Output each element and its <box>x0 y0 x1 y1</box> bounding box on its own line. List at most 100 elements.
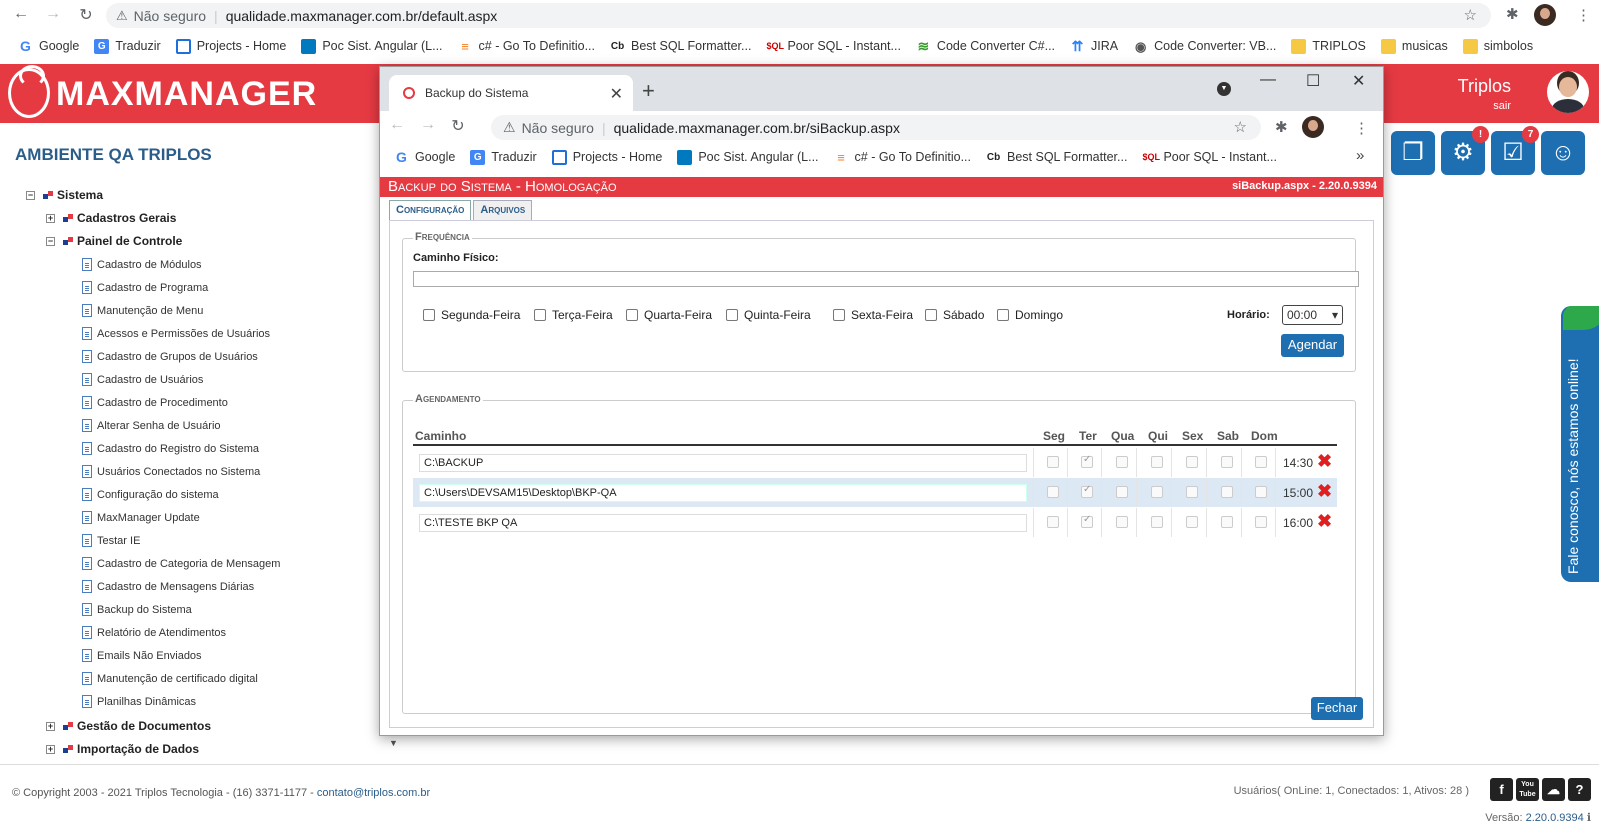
bookmark-star-icon[interactable]: ☆ <box>1234 118 1247 136</box>
delete-icon[interactable]: ✖ <box>1317 451 1332 472</box>
more-bookmarks-icon[interactable]: » <box>1356 147 1364 164</box>
delete-icon[interactable]: ✖ <box>1317 481 1332 502</box>
tree-item[interactable]: Cadastro de Categoria de Mensagem <box>82 557 280 570</box>
day-checkbox-2[interactable]: Terça-Feira <box>534 308 613 322</box>
back-icon[interactable]: ← <box>6 5 36 23</box>
forward-icon[interactable]: → <box>413 116 443 134</box>
row-day-checkbox[interactable] <box>1081 454 1093 468</box>
row-day-checkbox[interactable] <box>1186 516 1198 528</box>
tree-group-cadastros-gerais[interactable]: + Cadastros Gerais <box>46 211 176 225</box>
bookmark-4[interactable]: Poc Sist. Angular (L... <box>677 149 819 165</box>
row-day-checkbox[interactable] <box>1186 486 1198 498</box>
schedule-button[interactable]: Agendar <box>1281 334 1344 357</box>
bookmark-9[interactable]: ⇈ JIRA <box>1070 38 1118 54</box>
checkbox-box[interactable] <box>726 309 738 321</box>
delete-icon[interactable]: ✖ <box>1317 511 1332 532</box>
row-day-checkbox[interactable] <box>1255 486 1267 498</box>
row-day-checkbox[interactable] <box>1116 486 1128 498</box>
table-row[interactable]: C:\Users\DEVSAM15\Desktop\BKP-QA 15:00✖ <box>413 478 1337 507</box>
row-day-checkbox[interactable] <box>1116 456 1128 468</box>
popup-address-bar[interactable]: ⚠ Não seguro | qualidade.maxmanager.com.… <box>491 115 1261 140</box>
tab-configuracao[interactable]: Configuração <box>389 200 472 221</box>
row-day-checkbox[interactable] <box>1151 516 1163 528</box>
bookmark-3[interactable]: Projects - Home <box>175 38 286 54</box>
back-icon[interactable]: ← <box>382 116 412 134</box>
tasks-icon[interactable]: ☑ 7 <box>1491 126 1539 175</box>
row-day-checkbox[interactable] <box>1186 456 1198 468</box>
checkbox-box[interactable] <box>833 309 845 321</box>
tree-item[interactable]: Configuração do sistema <box>82 488 219 501</box>
browser-menu-icon[interactable]: ⋮ <box>1576 6 1591 24</box>
tab-arquivos[interactable]: Arquivos <box>473 200 533 220</box>
bookmark-12[interactable]: musicas <box>1380 38 1448 54</box>
bookmark-6[interactable]: Cb Best SQL Formatter... <box>986 150 1128 165</box>
contact-email-link[interactable]: contato@triplos.com.br <box>317 787 430 799</box>
path-input[interactable] <box>413 271 1359 287</box>
time-select[interactable]: 00:00 <box>1282 305 1343 325</box>
minimize-icon[interactable]: — <box>1260 71 1276 89</box>
row-day-checkbox[interactable] <box>1151 486 1163 498</box>
forward-icon[interactable]: → <box>38 5 68 23</box>
row-day-checkbox[interactable] <box>1047 456 1059 468</box>
row-day-checkbox[interactable] <box>1221 516 1233 528</box>
close-tab-icon[interactable]: ✕ <box>610 84 623 104</box>
day-checkbox-7[interactable]: Domingo <box>997 308 1063 322</box>
table-row[interactable]: C:\TESTE BKP QA 16:00✖ <box>413 508 1337 537</box>
tree-item[interactable]: Usuários Conectados no Sistema <box>82 465 260 478</box>
expand-icon[interactable]: + <box>46 213 55 223</box>
cloud-icon[interactable]: ☁ <box>1542 778 1565 801</box>
chat-online-tab[interactable]: Fale conosco, nós estamos online! <box>1561 306 1599 582</box>
bookmark-5[interactable]: ≡ c# - Go To Definitio... <box>458 39 595 54</box>
row-day-checkbox[interactable] <box>1221 456 1233 468</box>
bookmark-2[interactable]: G Traduzir <box>470 149 537 165</box>
documents-icon[interactable]: ❐ <box>1391 131 1435 175</box>
row-day-checkbox[interactable] <box>1047 486 1059 498</box>
tree-item[interactable]: Alterar Senha de Usuário <box>82 419 221 432</box>
collapse-icon[interactable]: − <box>46 236 55 246</box>
bookmark-7[interactable]: $QL Poor SQL - Instant... <box>1142 150 1276 165</box>
maximize-icon[interactable]: ☐ <box>1306 71 1320 91</box>
checkbox-box[interactable] <box>626 309 638 321</box>
bookmark-2[interactable]: G Traduzir <box>94 38 161 54</box>
bookmark-4[interactable]: Poc Sist. Angular (L... <box>301 38 443 54</box>
close-button[interactable]: Fechar <box>1311 697 1363 720</box>
checkbox-box[interactable] <box>423 309 435 321</box>
tree-item[interactable]: Planilhas Dinâmicas <box>82 695 196 708</box>
support-agent-icon[interactable]: ☺ <box>1541 131 1585 175</box>
bookmark-7[interactable]: $QL Poor SQL - Instant... <box>766 39 900 54</box>
help-icon[interactable]: ? <box>1568 778 1591 801</box>
user-avatar[interactable] <box>1547 71 1589 113</box>
popup-browser-tab[interactable]: Backup do Sistema ✕ <box>389 75 633 111</box>
tree-item[interactable]: Relatório de Atendimentos <box>82 626 226 639</box>
tree-item[interactable]: Cadastro de Programa <box>82 281 208 294</box>
day-checkbox-5[interactable]: Sexta-Feira <box>833 308 913 322</box>
settings-icon[interactable]: ⚙! <box>1441 126 1489 175</box>
tree-item[interactable]: Manutenção de Menu <box>82 304 203 317</box>
tree-item[interactable]: Cadastro de Grupos de Usuários <box>82 350 258 363</box>
expand-icon[interactable]: + <box>46 744 55 754</box>
browser-menu-icon[interactable]: ⋮ <box>1354 119 1369 137</box>
tree-item[interactable]: Manutenção de certificado digital <box>82 672 258 685</box>
row-day-checkbox[interactable] <box>1047 516 1059 528</box>
tree-item[interactable]: Cadastro do Registro do Sistema <box>82 442 259 455</box>
bookmark-3[interactable]: Projects - Home <box>551 149 662 165</box>
row-day-checkbox[interactable] <box>1081 484 1093 498</box>
profile-avatar[interactable] <box>1302 116 1324 138</box>
tree-group-painel-de-controle[interactable]: − Painel de Controle <box>46 234 182 248</box>
bookmark-6[interactable]: Cb Best SQL Formatter... <box>610 39 752 54</box>
tree-root-sistema[interactable]: − Sistema <box>26 188 103 202</box>
tree-item[interactable]: MaxManager Update <box>82 511 200 524</box>
tab-search-icon[interactable]: ▼ <box>1217 82 1231 96</box>
tree-item[interactable]: Cadastro de Usuários <box>82 373 203 386</box>
row-day-checkbox[interactable] <box>1221 486 1233 498</box>
bookmark-5[interactable]: ≡ c# - Go To Definitio... <box>834 150 971 165</box>
tree-item[interactable]: Emails Não Enviados <box>82 649 202 662</box>
row-day-checkbox[interactable] <box>1081 514 1093 528</box>
profile-avatar[interactable] <box>1534 4 1556 26</box>
close-window-icon[interactable]: ✕ <box>1352 71 1365 91</box>
row-day-checkbox[interactable] <box>1116 516 1128 528</box>
tree-item[interactable]: Cadastro de Procedimento <box>82 396 228 409</box>
tree-group-gestao-de-documentos[interactable]: + Gestão de Documentos <box>46 719 211 733</box>
day-checkbox-4[interactable]: Quinta-Feira <box>726 308 811 322</box>
extensions-icon[interactable]: ✱ <box>1275 118 1288 136</box>
